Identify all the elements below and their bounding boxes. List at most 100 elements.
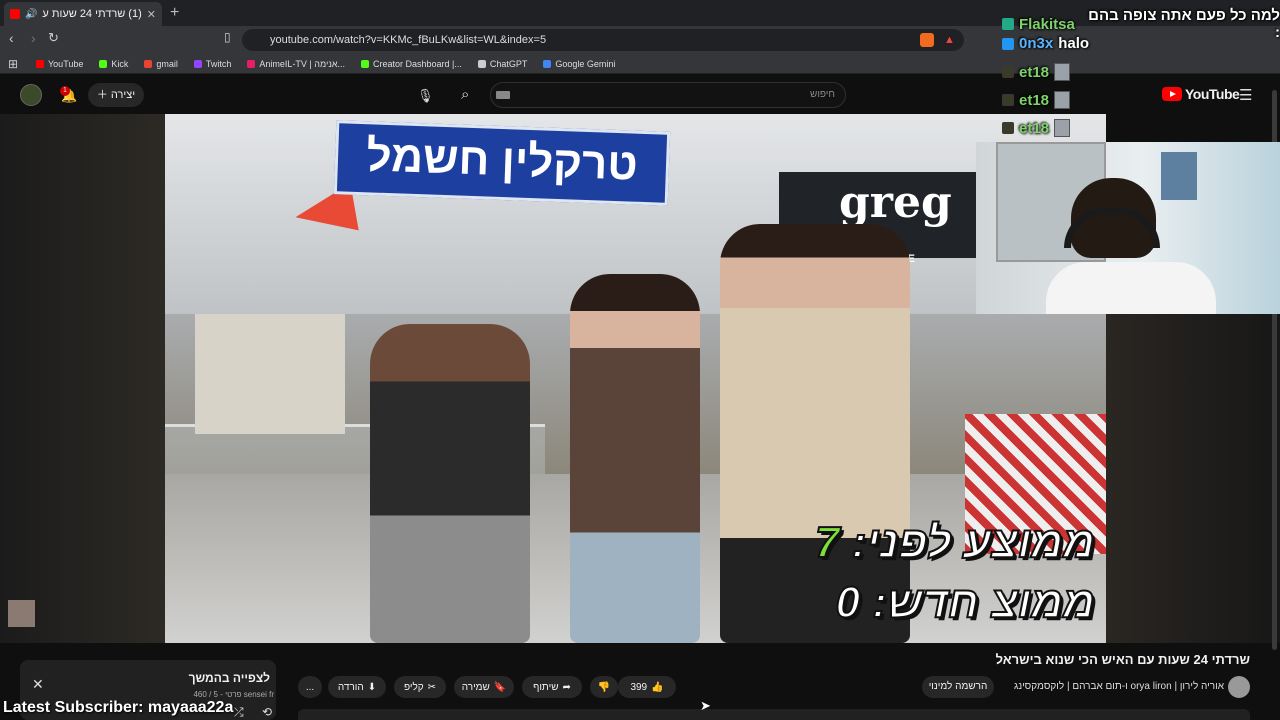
tab-title: (1) שרדתי 24 שעות עם האיש <box>42 8 142 20</box>
download-label: הורדה <box>337 681 364 693</box>
bookmark-item-kick[interactable]: Kick <box>99 59 128 69</box>
clip-label: קליפ <box>403 681 424 693</box>
bookmark-item-chatgpt[interactable]: ChatGPT <box>477 58 528 69</box>
loop-icon[interactable]: ⟲ <box>262 705 272 719</box>
bookmark-item-gemini[interactable]: Google Gemini <box>543 59 615 69</box>
save-label: שמירה <box>461 681 490 693</box>
mouse-cursor-icon: ➤ <box>700 698 711 713</box>
kick-icon <box>99 59 108 68</box>
video-overlay-caption-1: ממוצע לפני: 7 <box>745 517 1096 568</box>
like-count: 399 <box>630 681 648 693</box>
streamer-webcam <box>976 142 1280 314</box>
plus-icon: ＋ <box>96 89 111 101</box>
greg-sign-text: greg <box>839 177 952 228</box>
bookmark-item-creator-dashboard[interactable]: Creator Dashboard |... <box>361 59 462 69</box>
channel-avatar[interactable] <box>1228 676 1250 698</box>
channel-names[interactable]: אוריה לירון | orya liron ו-תום אברהם | ל… <box>1004 681 1224 692</box>
bookmark-label: Google Gemini <box>555 58 616 69</box>
video-right-margin <box>1106 314 1280 643</box>
new-tab-button[interactable]: + <box>170 4 179 22</box>
save-button[interactable]: 🔖 שמירה <box>454 676 514 698</box>
bookmark-item-animeil[interactable]: AnimeIL-TV | אנימה... <box>247 59 345 69</box>
chat-badge-icon <box>1002 94 1014 106</box>
search-input[interactable]: חיפוש <box>490 82 846 108</box>
keyboard-icon[interactable] <box>496 91 510 99</box>
youtube-play-icon <box>1162 87 1182 101</box>
download-icon: ⬇ <box>367 681 377 693</box>
back-icon[interactable]: ‹ <box>9 30 14 46</box>
youtube-logo-text: YouTube <box>1185 86 1240 102</box>
chat-badge-icon <box>1002 37 1014 50</box>
chat-emote-icon <box>1054 63 1071 81</box>
bookmarks-bar: YouTube Kick gmail Twitch AnimeIL-TV | א… <box>0 54 1280 74</box>
search-icon[interactable]: ⌕ <box>461 86 469 103</box>
thumbnail-small[interactable] <box>8 600 35 627</box>
video-overlay-caption-2: ממוצ חדש: 0 <box>835 577 1096 628</box>
thumbs-up-icon: 👍 <box>651 681 664 693</box>
chat-message: et18 <box>1002 91 1071 109</box>
chat-message: et18 <box>1002 63 1071 81</box>
bookmark-label: ChatGPT <box>489 58 528 69</box>
bookmark-label: YouTube <box>48 58 84 69</box>
description-box[interactable] <box>298 709 1250 720</box>
playlist-title: לצפייה בהמשך <box>188 671 270 685</box>
chat-username: 0n3x <box>1019 35 1054 52</box>
more-actions-button[interactable]: ... <box>298 676 322 698</box>
notification-badge: 1 <box>60 86 70 96</box>
share-icon: ➦ <box>562 681 571 693</box>
microphone-icon[interactable]: 🎙 <box>417 88 434 104</box>
animeil-icon <box>247 59 256 68</box>
apps-grid-icon[interactable]: ⊞ <box>8 57 18 71</box>
latest-subscriber-overlay: Latest Subscriber: mayaaa22a <box>3 699 234 716</box>
chat-text: למה כל פעם אתה צופה בהם : <box>1088 7 1280 41</box>
chat-message: 0n3x halo <box>1002 35 1089 52</box>
like-button[interactable]: 👍 399 <box>618 676 676 698</box>
gemini-icon <box>543 59 552 68</box>
bookmark-item-youtube[interactable]: YouTube <box>36 59 83 69</box>
store-sign-blue: טרקלין חשמל <box>333 120 671 206</box>
bookmark-icon[interactable]: ▯ <box>224 30 231 44</box>
chat-username: Flakitsa <box>1018 15 1075 33</box>
clip-button[interactable]: ✂ קליפ <box>394 676 446 698</box>
dislike-button[interactable]: 👎 <box>590 676 618 698</box>
create-button[interactable]: ＋ יצירה <box>88 83 144 107</box>
chat-username: et18 <box>1019 63 1050 81</box>
twitch-icon <box>193 59 202 68</box>
bookmark-item-gmail[interactable]: gmail <box>144 59 178 69</box>
close-tab-icon[interactable]: ✕ <box>147 8 156 21</box>
speaker-icon[interactable]: 🔊 <box>25 9 37 20</box>
playlist-meta: sensei fr פרטי - 5 / 460 <box>193 690 274 699</box>
close-playlist-icon[interactable]: ✕ <box>32 676 44 693</box>
reload-icon[interactable]: ↻ <box>48 30 59 46</box>
scissors-icon: ✂ <box>427 681 437 693</box>
browser-tab[interactable]: 🔊 (1) שרדתי 24 שעות עם האיש ✕ <box>4 2 162 26</box>
kick-icon <box>361 59 369 68</box>
person-middle <box>570 274 700 643</box>
video-left-margin <box>0 114 165 643</box>
bookmark-label: Creator Dashboard |... <box>373 58 462 69</box>
streamer-shirt <box>1046 262 1216 314</box>
forward-icon[interactable]: › <box>31 30 36 46</box>
url-field[interactable]: youtube.com/watch?v=KKMc_fBuLKw&list=WL&… <box>242 29 964 51</box>
video-player[interactable]: טרקלין חשמל greg CAFE ממוצע לפני: 7 ממוצ… <box>165 114 1106 643</box>
bookmark-label: Twitch <box>205 58 232 69</box>
account-avatar[interactable] <box>20 84 42 106</box>
subscribe-button[interactable]: הרשמה למינוי <box>922 676 994 698</box>
download-button[interactable]: ⬇ הורדה <box>328 676 386 698</box>
menu-icon[interactable]: ☰ <box>1239 86 1252 104</box>
chat-badge-icon <box>1002 122 1014 134</box>
brave-shield-icon[interactable] <box>920 33 934 47</box>
overlay-line1-number: 7 <box>814 517 841 568</box>
overlay-line1-text: ממוצע לפני: <box>851 517 1096 568</box>
rewards-icon[interactable]: ▲ <box>944 34 955 46</box>
chat-text: halo <box>1058 35 1090 52</box>
chat-emote-icon <box>1054 91 1071 109</box>
youtube-logo[interactable]: YouTube <box>1162 86 1240 102</box>
chatgpt-icon <box>477 59 486 68</box>
chat-emote-icon <box>1054 119 1071 137</box>
person-left <box>370 324 530 643</box>
share-button[interactable]: ➦ שיתוף <box>522 676 582 698</box>
chat-badge-icon <box>1002 18 1014 30</box>
shuffle-icon[interactable]: ⤮ <box>234 705 244 720</box>
bookmark-item-twitch[interactable]: Twitch <box>193 58 232 69</box>
